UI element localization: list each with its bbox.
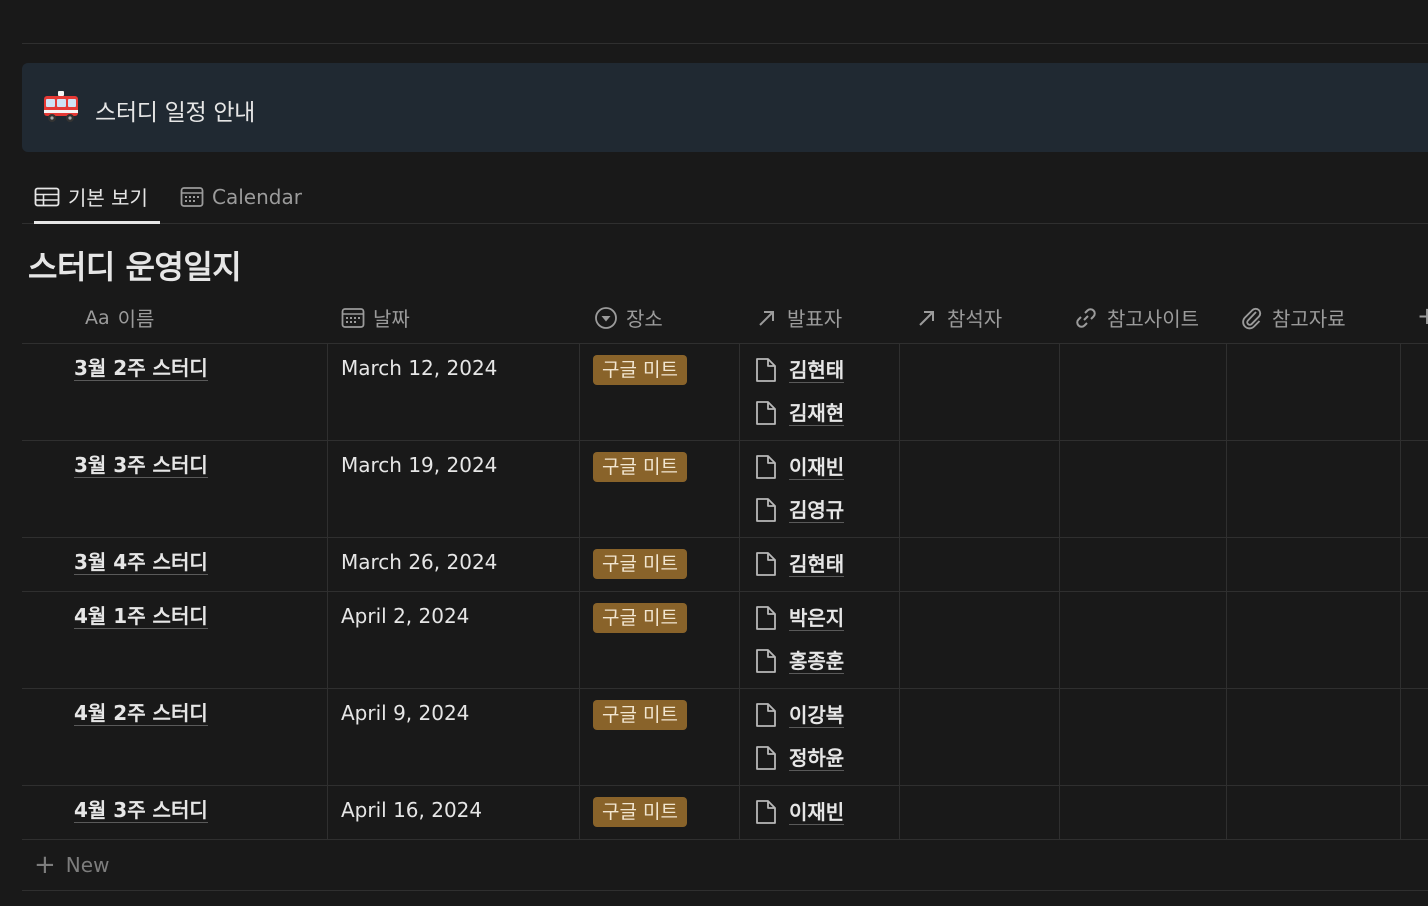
- row-name[interactable]: 3월 4주 스터디: [74, 550, 208, 575]
- row-date[interactable]: March 19, 2024: [341, 453, 497, 477]
- plus-icon: +: [34, 850, 56, 880]
- callout[interactable]: 스터디 일정 안내: [22, 63, 1428, 152]
- table-row[interactable]: 3월 4주 스터디 March 26, 2024 구글 미트 김현태: [22, 538, 1428, 592]
- add-column-button[interactable]: +: [1417, 302, 1428, 330]
- presenter-link[interactable]: 박은지: [755, 603, 845, 633]
- column-header-attendees[interactable]: 참석자: [915, 292, 1002, 343]
- table-icon: [34, 187, 60, 206]
- page-icon: [756, 703, 776, 727]
- presenter-link[interactable]: 홍종훈: [755, 646, 845, 676]
- table-row[interactable]: 3월 2주 스터디 March 12, 2024 구글 미트 김현태 김재현: [22, 344, 1428, 441]
- paperclip-icon: [1242, 307, 1262, 329]
- new-label: New: [65, 853, 110, 877]
- presenter-link[interactable]: 김현태: [755, 549, 845, 579]
- calendar-icon: [180, 186, 204, 207]
- row-name[interactable]: 3월 3주 스터디: [74, 453, 208, 478]
- column-header-place[interactable]: 장소: [594, 292, 663, 343]
- tab-default-view[interactable]: 기본 보기: [34, 170, 160, 224]
- row-date[interactable]: March 12, 2024: [341, 356, 497, 380]
- presenter-link[interactable]: 김현태: [755, 355, 845, 385]
- page-icon: [756, 358, 776, 382]
- column-header-ref-files[interactable]: 참고자료: [1240, 292, 1346, 343]
- relation-arrow-icon: [759, 310, 774, 326]
- callout-text: 스터디 일정 안내: [95, 100, 256, 126]
- row-name[interactable]: 4월 3주 스터디: [74, 798, 208, 823]
- page-icon: [756, 401, 776, 425]
- database-title[interactable]: 스터디 운영일지: [28, 242, 242, 288]
- row-date[interactable]: April 2, 2024: [341, 604, 469, 628]
- view-tabs: 기본 보기 Calendar: [22, 170, 1428, 224]
- add-new-row-button[interactable]: + New: [22, 840, 1428, 891]
- place-tag[interactable]: 구글 미트: [593, 797, 687, 827]
- page-icon: [756, 606, 776, 630]
- row-date[interactable]: March 26, 2024: [341, 550, 497, 574]
- select-icon: [595, 306, 617, 329]
- row-name[interactable]: 4월 2주 스터디: [74, 701, 208, 726]
- table-row[interactable]: 3월 3주 스터디 March 19, 2024 구글 미트 이재빈 김영규: [22, 441, 1428, 538]
- column-header-ref-sites[interactable]: 참고사이트: [1073, 292, 1199, 343]
- row-name[interactable]: 3월 2주 스터디: [74, 356, 208, 381]
- page-icon: [756, 552, 776, 576]
- table-row[interactable]: 4월 2주 스터디 April 9, 2024 구글 미트 이강복 정하윤: [22, 689, 1428, 786]
- calendar-icon: [341, 307, 365, 328]
- row-name[interactable]: 4월 1주 스터디: [74, 604, 208, 629]
- tab-label: Calendar: [212, 184, 302, 209]
- page-icon: [756, 498, 776, 522]
- page-icon: [756, 800, 776, 824]
- tab-calendar[interactable]: Calendar: [180, 170, 302, 223]
- presenter-link[interactable]: 이재빈: [755, 797, 845, 827]
- top-divider: [22, 43, 1428, 44]
- link-icon: [1076, 307, 1096, 328]
- place-tag[interactable]: 구글 미트: [593, 549, 687, 579]
- table-row[interactable]: 4월 1주 스터디 April 2, 2024 구글 미트 박은지 홍종훈: [22, 592, 1428, 689]
- column-header-name[interactable]: Aa 이름: [85, 292, 154, 343]
- row-date[interactable]: April 9, 2024: [341, 701, 469, 725]
- place-tag[interactable]: 구글 미트: [593, 603, 687, 633]
- table-row[interactable]: 4월 3주 스터디 April 16, 2024 구글 미트 이재빈: [22, 786, 1428, 840]
- fire-engine-icon: [44, 91, 78, 122]
- page-icon: [756, 746, 776, 770]
- presenter-link[interactable]: 김재현: [755, 398, 845, 428]
- presenter-link[interactable]: 정하윤: [755, 743, 845, 773]
- place-tag[interactable]: 구글 미트: [593, 700, 687, 730]
- tab-label: 기본 보기: [68, 186, 148, 210]
- place-tag[interactable]: 구글 미트: [593, 355, 687, 385]
- row-date[interactable]: April 16, 2024: [341, 798, 482, 822]
- column-header-date[interactable]: 날짜: [341, 292, 410, 343]
- place-tag[interactable]: 구글 미트: [593, 452, 687, 482]
- column-header-presenter[interactable]: 발표자: [755, 292, 842, 343]
- page-icon: [756, 455, 776, 479]
- page-icon: [756, 649, 776, 673]
- presenter-link[interactable]: 김영규: [755, 495, 845, 525]
- relation-arrow-icon: [919, 310, 934, 326]
- presenter-link[interactable]: 이강복: [755, 700, 845, 730]
- table-header: Aa 이름 날짜 장소 발표자 참석자 참고사이트 참고자료 +: [22, 292, 1428, 344]
- presenter-link[interactable]: 이재빈: [755, 452, 845, 482]
